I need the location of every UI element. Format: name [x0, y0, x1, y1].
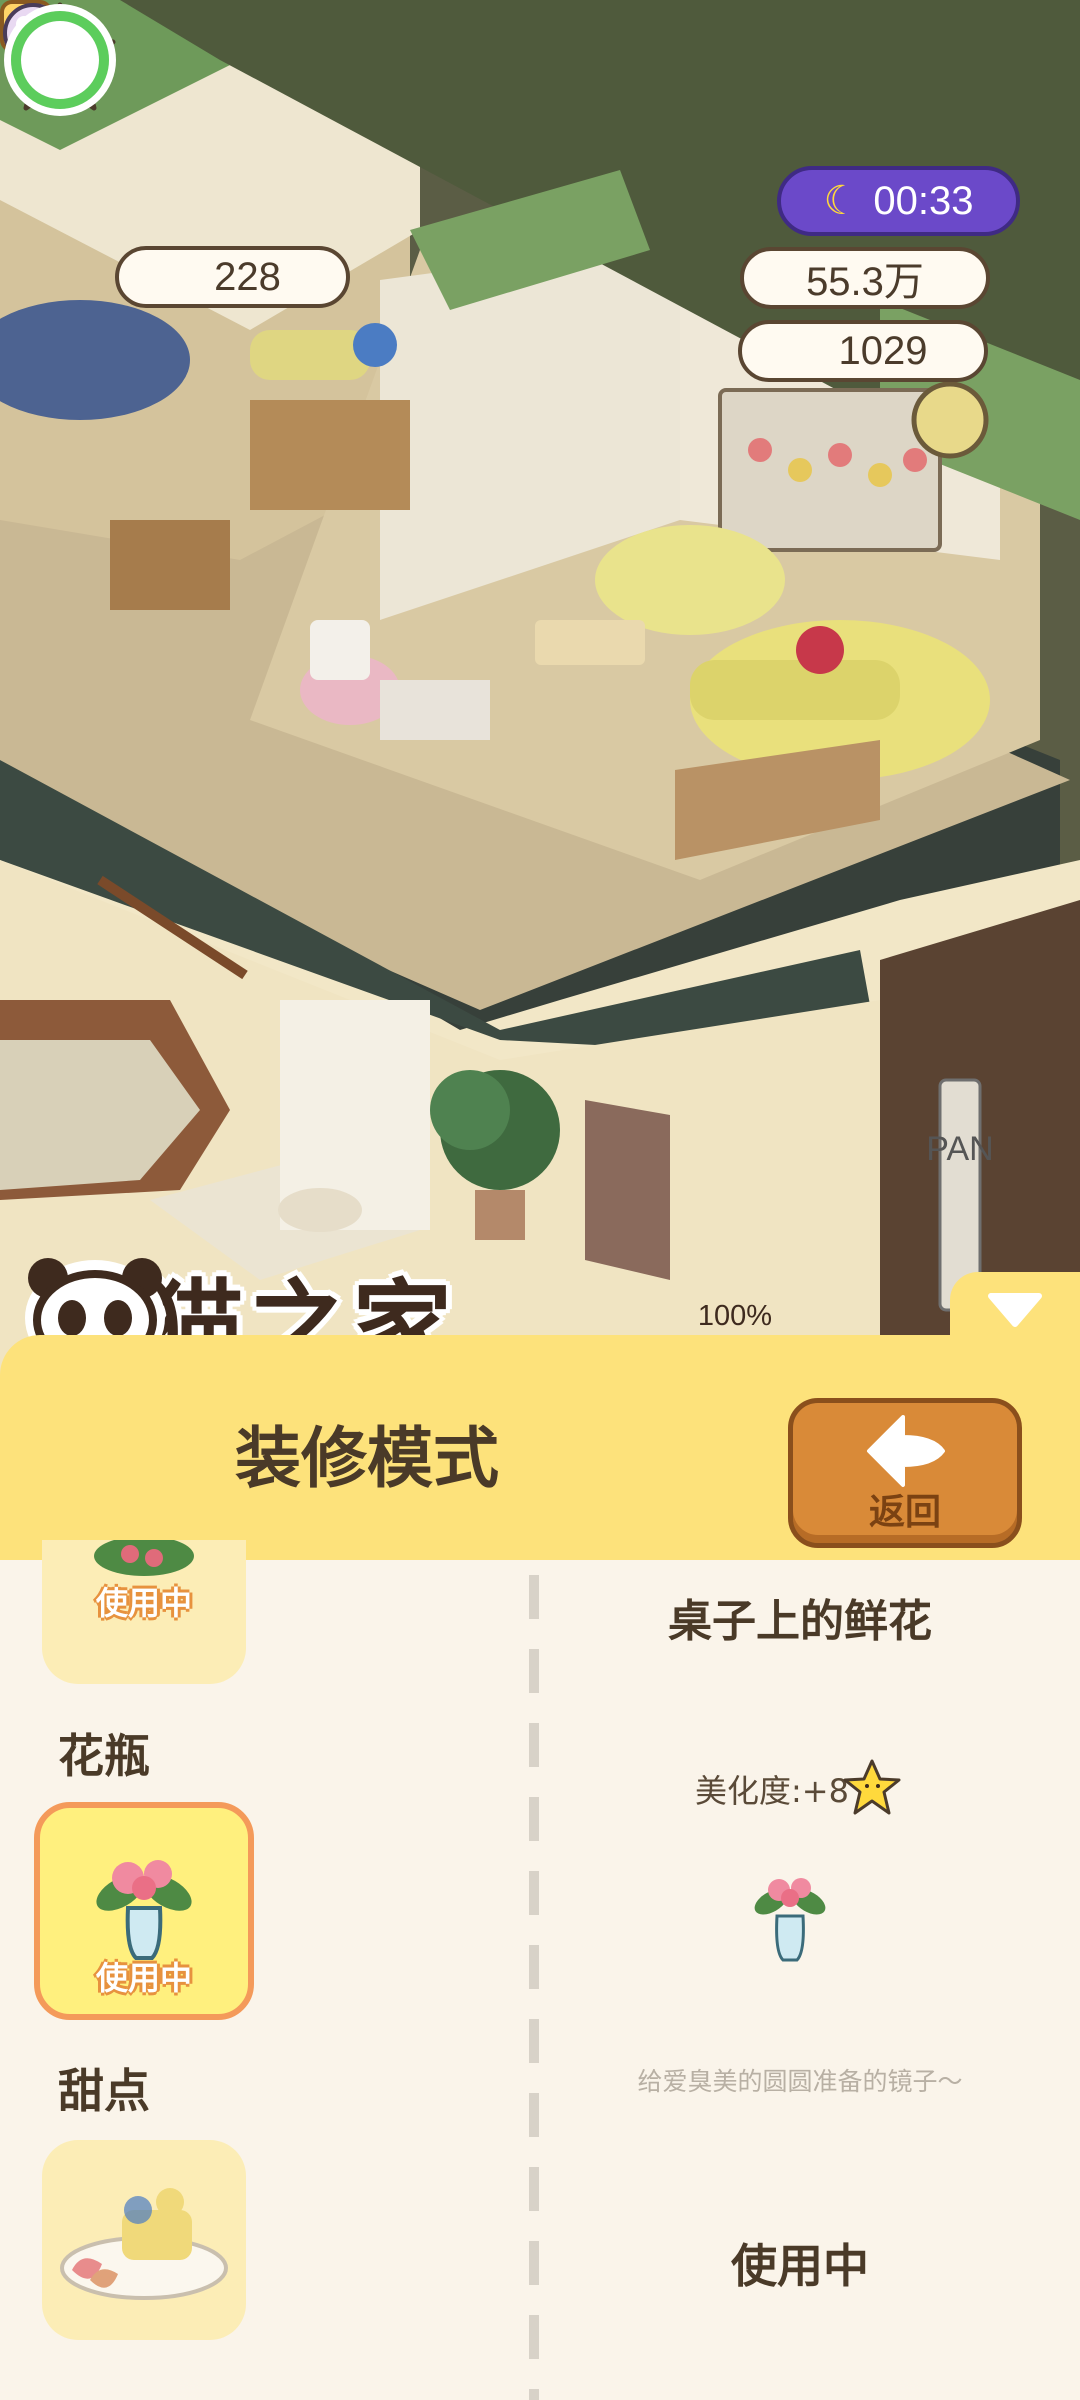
- item-description: 给爱臭美的圆圆准备的镜子～: [637, 2067, 963, 2096]
- bamboo-count: 55.3万: [806, 260, 924, 304]
- star-icon: [843, 1759, 901, 1815]
- star-count: 228: [214, 254, 281, 299]
- back-button[interactable]: 返回: [788, 1398, 1022, 1548]
- moon-icon: ☾: [823, 179, 860, 223]
- in-use-tag: 使用中: [95, 1959, 192, 1997]
- game-scene[interactable]: PAN 228 ☾ 00:33 55.3万 1029 熊猫之家 100%: [0, 0, 1080, 1560]
- item-card-dessert[interactable]: [42, 2140, 246, 2340]
- star-counter[interactable]: 228: [115, 246, 350, 308]
- completion-progress-ring: [4, 4, 116, 116]
- completion-percent: 100%: [697, 1300, 773, 1332]
- vase-flowers-icon: [754, 1878, 826, 1962]
- timer-text: 00:33: [873, 178, 974, 223]
- back-label: 返回: [868, 1492, 941, 1533]
- panel-divider: [529, 1575, 539, 2400]
- item-name: 桌子上的鲜花: [668, 1596, 932, 1647]
- category-dessert-label: 甜点: [58, 2064, 150, 2118]
- beauty-bonus: 美化度:+8: [560, 1766, 1040, 1812]
- bamboo-counter[interactable]: 55.3万: [740, 247, 990, 309]
- pearl-counter[interactable]: 1029: [738, 320, 988, 382]
- sign-text: PAN: [926, 1130, 993, 1168]
- use-status-button[interactable]: 使用中: [560, 2230, 1040, 2296]
- beauty-text: 美化度:+8: [695, 1772, 849, 1810]
- night-timer[interactable]: ☾ 00:33: [777, 166, 1020, 236]
- cake-plate-icon: [60, 2188, 228, 2300]
- category-vase-label: 花瓶: [58, 1729, 150, 1783]
- pearl-count: 1029: [838, 328, 928, 373]
- chevron-down-icon[interactable]: [985, 1290, 1045, 1330]
- mode-title: 装修模式: [235, 1420, 499, 1497]
- item-card-flowers[interactable]: 使用中: [42, 1540, 246, 1684]
- item-card-vase-selected[interactable]: 使用中: [34, 1802, 254, 2020]
- in-use-tag: 使用中: [95, 1584, 192, 1622]
- back-arrow-icon: [867, 1415, 945, 1487]
